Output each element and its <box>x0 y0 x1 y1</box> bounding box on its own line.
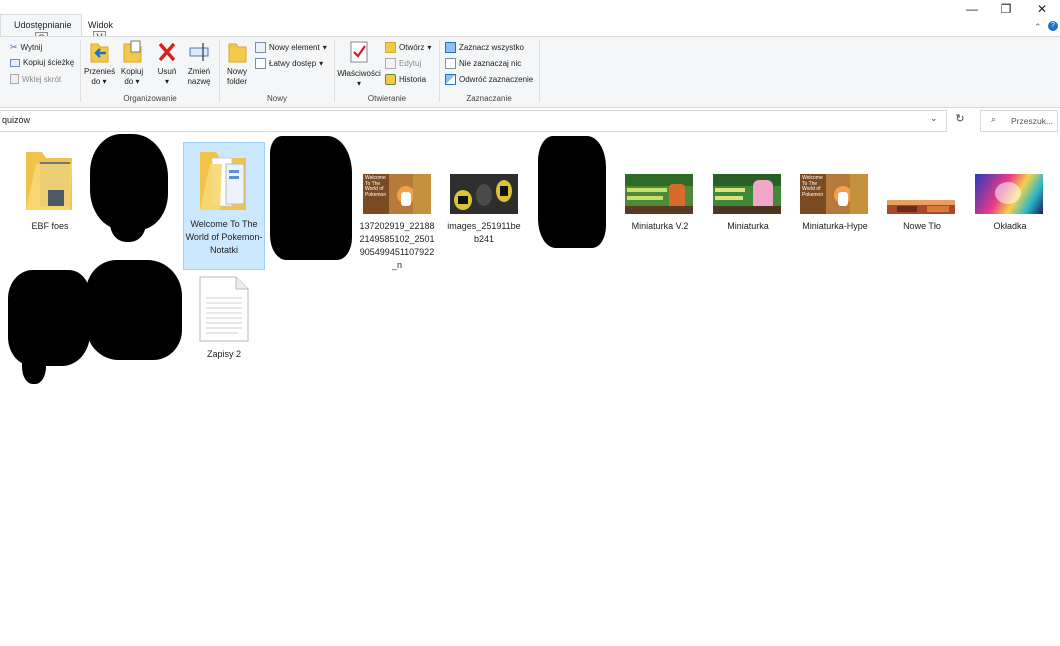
thumbnail-text: Welcome To The World of Pokemon <box>802 175 824 198</box>
file-label: Miniaturka V.2 <box>631 221 689 231</box>
close-button[interactable]: ✕ <box>1024 0 1060 20</box>
copy-path-button[interactable]: Kopiuj ścieżkę <box>10 58 74 67</box>
edit-pencil-icon <box>385 58 396 69</box>
select-all-button[interactable]: Zaznacz wszystko <box>445 42 524 53</box>
history-button[interactable]: Historia <box>385 74 426 85</box>
refresh-icon[interactable]: ↻ <box>951 112 969 130</box>
move-to-icon <box>90 43 109 63</box>
image-thumbnail[interactable] <box>713 174 781 214</box>
ribbon-separator <box>80 40 81 102</box>
text-file-icon-zapisy[interactable] <box>198 276 250 342</box>
edit-button[interactable]: Edytuj <box>385 58 421 69</box>
redacted-area <box>110 200 146 242</box>
file-label: Okładka <box>993 221 1027 231</box>
document-icon <box>199 276 249 342</box>
delete-x-icon <box>158 42 176 62</box>
file-label: images_251911beb241 <box>447 221 521 244</box>
history-clock-icon <box>385 74 396 85</box>
folder-icon <box>26 152 72 210</box>
file-label: Miniaturka <box>727 221 769 231</box>
easy-access-icon <box>255 58 266 69</box>
file-label: 137202919_221882149585102_25019054994511… <box>359 221 435 270</box>
thumbnail-text: Welcome To The World of Pokemon <box>365 175 387 198</box>
folder-icon <box>200 152 246 210</box>
file-label: EBF foes <box>31 221 69 231</box>
image-thumbnail[interactable] <box>625 174 693 214</box>
open-folder-icon <box>385 42 396 53</box>
invert-selection-icon <box>445 74 456 85</box>
delete-button[interactable]: Usuń ▾ <box>153 40 181 87</box>
folder-icon-notatki[interactable] <box>196 150 252 212</box>
invert-selection-button[interactable]: Odwróć zaznaczenie <box>445 74 533 85</box>
address-path: quizów <box>2 115 31 125</box>
cut-button[interactable]: ✂ Wytnij <box>10 42 42 53</box>
file-label: Zapisy 2 <box>206 349 241 359</box>
image-thumbnail[interactable] <box>975 174 1043 214</box>
image-thumbnail[interactable]: Welcome To The World of Pokemon <box>800 174 868 214</box>
paste-shortcut-icon <box>10 74 19 84</box>
redacted-area <box>270 136 352 260</box>
redacted-area <box>86 260 182 360</box>
help-icon[interactable]: ? <box>1048 21 1058 31</box>
file-label: Welcome To The World of Pokemon-Notatki <box>185 219 263 255</box>
new-folder-icon <box>228 43 247 63</box>
tab-share[interactable]: Udostępnianie <box>14 20 72 30</box>
tab-view[interactable]: Widok <box>88 20 113 30</box>
folder-icon-ebf-foes[interactable] <box>22 150 78 212</box>
ribbon-tab-row <box>0 0 1060 36</box>
group-select-label: Zaznaczanie <box>466 94 512 103</box>
ribbon-separator <box>334 40 335 102</box>
move-to-button[interactable]: Przenieś do ▾ <box>84 40 115 87</box>
redacted-area <box>538 136 606 248</box>
address-dropdown-icon[interactable]: ⌄ <box>930 113 938 124</box>
file-label: Nowe Tło <box>903 221 941 231</box>
copy-to-button[interactable]: Kopiuj do ▾ <box>117 40 147 87</box>
select-none-icon <box>445 58 456 69</box>
select-none-button[interactable]: Nie zaznaczaj nic <box>445 58 521 69</box>
paste-shortcut-button[interactable]: Wklej skrót <box>10 74 61 84</box>
open-button[interactable]: Otwórz ▾ <box>385 42 431 53</box>
ribbon-separator <box>219 40 220 102</box>
group-organize-label: Organizowanie <box>123 94 177 103</box>
search-icon: ⌕ <box>991 114 997 124</box>
ribbon-separator <box>539 40 540 102</box>
search-box[interactable]: ⌕ Przeszuk... <box>980 110 1058 132</box>
copy-path-icon <box>10 58 20 67</box>
ribbon-separator <box>439 40 440 102</box>
new-item-button[interactable]: Nowy element ▾ <box>255 42 327 53</box>
select-all-icon <box>445 42 456 53</box>
file-label: Miniaturka-Hype <box>802 221 868 231</box>
redacted-area <box>22 346 46 384</box>
image-thumbnail[interactable] <box>887 200 955 214</box>
collapse-ribbon-icon[interactable]: ⌃ <box>1034 22 1042 33</box>
image-thumbnail[interactable]: Welcome To The World of Pokemon <box>363 174 431 214</box>
redacted-area <box>8 270 90 366</box>
address-bar[interactable]: quizów <box>0 110 947 132</box>
image-thumbnail[interactable] <box>450 174 518 214</box>
new-folder-button[interactable]: Nowy folder <box>222 40 252 87</box>
group-open-label: Otwieranie <box>367 94 407 103</box>
scissors-icon: ✂ <box>10 42 18 52</box>
minimize-button[interactable]: — <box>954 0 990 20</box>
properties-button[interactable]: Właściwości ▾ <box>337 40 381 89</box>
maximize-button[interactable]: ❐ <box>988 0 1024 20</box>
group-new-label: Nowy <box>266 94 287 103</box>
easy-access-button[interactable]: Łatwy dostęp ▾ <box>255 58 323 69</box>
rename-button[interactable]: Zmień nazwę <box>184 40 214 87</box>
copy-to-icon <box>123 40 142 63</box>
new-item-icon <box>255 42 266 53</box>
rename-icon <box>189 43 209 61</box>
properties-check-icon <box>350 41 368 63</box>
search-input[interactable]: Przeszuk... <box>1011 116 1053 126</box>
